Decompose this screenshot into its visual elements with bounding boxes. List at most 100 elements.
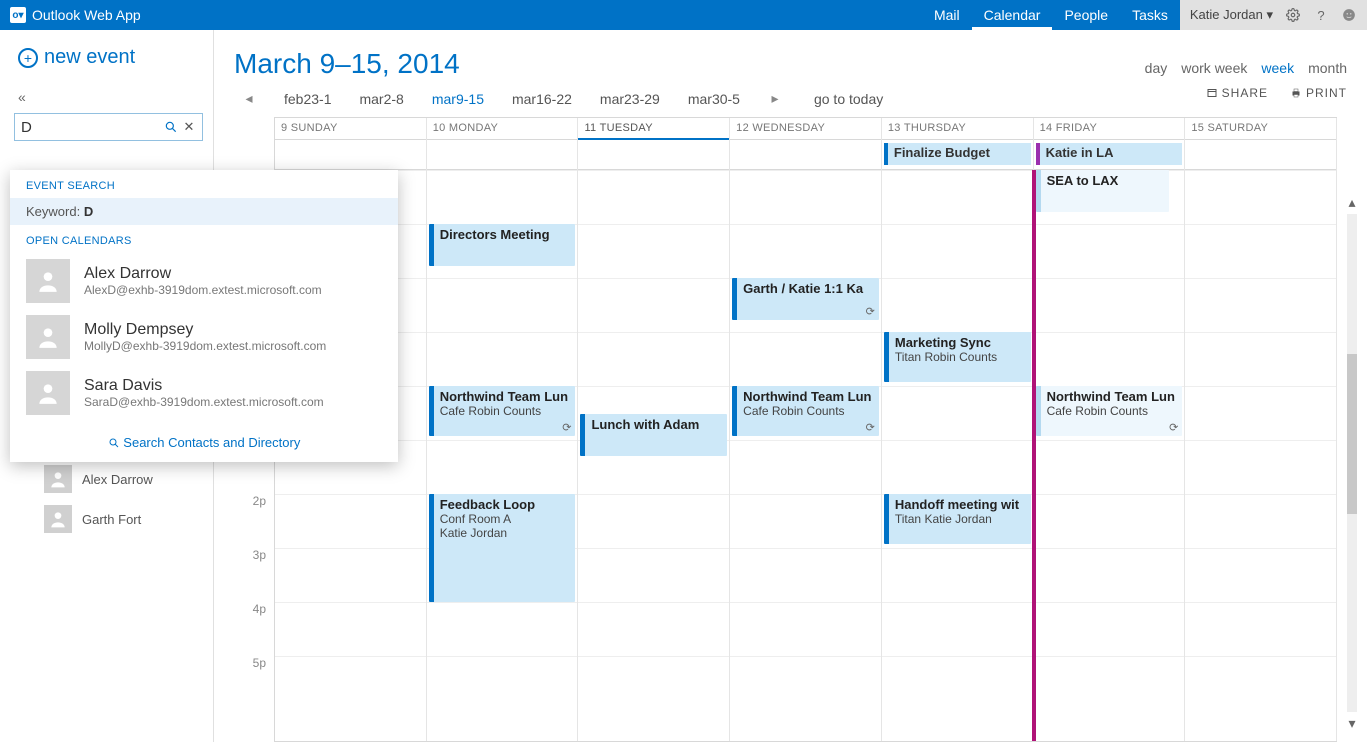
dd-dirsearch-label: Search Contacts and Directory <box>123 435 300 450</box>
next-week-icon[interactable]: ▸ <box>768 90 782 107</box>
dd-person-email: AlexD@exhb-3919dom.extest.microsoft.com <box>84 283 322 297</box>
other-calendar-item[interactable]: Alex Darrow <box>0 459 213 499</box>
weeknav-item[interactable]: mar16-22 <box>512 91 572 107</box>
event-subtitle: Titan Robin Counts <box>895 350 1025 364</box>
nav-mail[interactable]: Mail <box>922 0 972 30</box>
search-box: ✕ <box>14 113 203 141</box>
calendar-event[interactable]: Feedback LoopConf Room AKatie Jordan <box>429 494 576 602</box>
prev-week-icon[interactable]: ◂ <box>242 90 256 107</box>
dd-person[interactable]: Sara Davis SaraD@exhb-3919dom.extest.mic… <box>10 365 398 421</box>
vertical-scrollbar[interactable]: ▴ ▾ <box>1343 194 1361 732</box>
dd-person[interactable]: Molly Dempsey MollyD@exhb-3919dom.extest… <box>10 309 398 365</box>
share-button[interactable]: SHARE <box>1206 86 1268 100</box>
calendar-event[interactable]: Marketing SyncTitan Robin Counts <box>884 332 1031 382</box>
dd-keyword-row[interactable]: Keyword: D <box>10 198 398 225</box>
view-month[interactable]: month <box>1308 60 1347 76</box>
weeknav-item[interactable]: mar30-5 <box>688 91 740 107</box>
day-header: 13 THURSDAY <box>882 118 1033 140</box>
allday-row[interactable] <box>578 140 729 170</box>
calendar-event[interactable]: Northwind Team LunCafe Robin Counts ⟳ <box>1036 386 1183 436</box>
other-calendar-item[interactable]: Garth Fort <box>0 499 213 539</box>
event-title: Garth / Katie 1:1 Ka <box>743 281 873 296</box>
user-name[interactable]: Katie Jordan ▾ <box>1190 7 1273 23</box>
allday-row[interactable] <box>427 140 578 170</box>
nav-people[interactable]: People <box>1052 0 1120 30</box>
search-icon[interactable] <box>161 113 181 141</box>
weeknav-item[interactable]: mar9-15 <box>432 91 484 107</box>
dd-person-name: Molly Dempsey <box>84 321 326 339</box>
dd-person-email: SaraD@exhb-3919dom.extest.microsoft.com <box>84 395 324 409</box>
hours-area[interactable]: Garth / Katie 1:1 Ka ⟳ Northwind Team LunC… <box>730 170 881 741</box>
scroll-up-icon[interactable]: ▴ <box>1343 194 1361 211</box>
calendar-header: March 9–15, 2014 day work week week mont… <box>214 30 1367 113</box>
view-day[interactable]: day <box>1145 60 1168 76</box>
hours-area[interactable]: Marketing SyncTitan Robin Counts Handoff … <box>882 170 1033 741</box>
clear-search-icon[interactable]: ✕ <box>179 113 199 141</box>
event-subtitle: Titan Katie Jordan <box>895 512 1025 526</box>
scroll-track[interactable] <box>1347 214 1357 712</box>
goto-today[interactable]: go to today <box>814 91 883 107</box>
weeknav-item[interactable]: feb23-1 <box>284 91 331 107</box>
calendar-event[interactable]: Handoff meeting witTitan Katie Jordan <box>884 494 1031 544</box>
day-column[interactable]: 10 MONDAY Directors Meeting Northwind Team… <box>427 118 579 741</box>
day-column[interactable]: 12 WEDNESDAYGarth / Katie 1:1 Ka⟳Northwi… <box>730 118 882 741</box>
day-header: 11 TUESDAY <box>578 118 729 140</box>
event-title: Marketing Sync <box>895 335 1025 350</box>
allday-row[interactable] <box>275 140 426 170</box>
new-event-button[interactable]: + new event <box>0 46 213 69</box>
view-week[interactable]: week <box>1261 60 1294 76</box>
day-column[interactable]: 13 THURSDAY Finalize Budget Marketing Sync… <box>882 118 1034 741</box>
scroll-thumb[interactable] <box>1347 354 1357 514</box>
print-button[interactable]: PRINT <box>1290 86 1347 100</box>
event-subtitle: Katie Jordan <box>440 526 570 540</box>
dd-search-directory[interactable]: Search Contacts and Directory <box>10 427 398 462</box>
event-title: Handoff meeting wit <box>895 497 1025 512</box>
day-column[interactable]: 15 SATURDAY <box>1185 118 1337 741</box>
calendar-grid[interactable]: 9 SUNDAY10 MONDAY Directors Meeting Northw… <box>274 117 1337 742</box>
scroll-down-icon[interactable]: ▾ <box>1343 715 1361 732</box>
allday-row[interactable] <box>1185 140 1336 170</box>
recur-icon: ⟳ <box>866 305 875 318</box>
recur-icon: ⟳ <box>1169 421 1178 434</box>
other-calendar-name: Garth Fort <box>82 512 141 527</box>
share-print: SHARE PRINT <box>1206 86 1347 100</box>
calendar-event[interactable]: Directors Meeting <box>429 224 576 266</box>
hours-area[interactable]: SEA to LAX Northwind Team LunCafe Robin C… <box>1034 170 1185 741</box>
event-title: Lunch with Adam <box>591 417 721 432</box>
dd-person-name: Alex Darrow <box>84 265 322 283</box>
allday-event[interactable]: Finalize Budget <box>884 143 1031 165</box>
event-subtitle: Cafe Robin Counts <box>743 404 873 418</box>
view-workweek[interactable]: work week <box>1181 60 1247 76</box>
event-subtitle: Cafe Robin Counts <box>1047 404 1177 418</box>
day-column[interactable]: 11 TUESDAY Lunch with Adam <box>578 118 730 741</box>
nav-tasks[interactable]: Tasks <box>1120 0 1180 30</box>
avatar <box>44 505 72 533</box>
hours-area[interactable]: Directors Meeting Northwind Team LunCafe … <box>427 170 578 741</box>
allday-row[interactable]: Katie in LA <box>1034 140 1185 170</box>
calendar-event[interactable]: SEA to LAX <box>1036 170 1170 212</box>
calendar-event[interactable]: Garth / Katie 1:1 Ka ⟳ <box>732 278 879 320</box>
nav-calendar[interactable]: Calendar <box>972 0 1053 30</box>
hours-area[interactable]: Lunch with Adam <box>578 170 729 741</box>
allday-row[interactable] <box>730 140 881 170</box>
weeknav-item[interactable]: mar2-8 <box>359 91 403 107</box>
help-icon[interactable]: ? <box>1313 7 1329 23</box>
avatar <box>26 259 70 303</box>
calendar-event[interactable]: Northwind Team LunCafe Robin Counts⟳ <box>732 386 879 436</box>
weeknav-item[interactable]: mar23-29 <box>600 91 660 107</box>
event-title: Northwind Team Lun <box>1047 389 1177 404</box>
left-sidebar: + new event « ✕ OTHER CALENDARS Alex Dar… <box>0 30 214 742</box>
allday-event[interactable]: Katie in LA <box>1036 143 1183 165</box>
day-header: 9 SUNDAY <box>275 118 426 140</box>
calendar-event[interactable]: Northwind Team LunCafe Robin Counts⟳ <box>429 386 576 436</box>
search-dropdown: EVENT SEARCH Keyword: D OPEN CALENDARS A… <box>10 170 398 462</box>
collapse-sidebar-icon[interactable]: « <box>0 69 213 109</box>
day-header: 10 MONDAY <box>427 118 578 140</box>
gear-icon[interactable] <box>1285 7 1301 23</box>
day-column[interactable]: 14 FRIDAYKatie in LASEA to LAXNorthwind … <box>1034 118 1186 741</box>
dd-person[interactable]: Alex Darrow AlexD@exhb-3919dom.extest.mi… <box>10 253 398 309</box>
calendar-event[interactable]: Lunch with Adam <box>580 414 727 456</box>
allday-row[interactable]: Finalize Budget <box>882 140 1033 170</box>
hours-area[interactable] <box>1185 170 1336 741</box>
smiley-icon[interactable] <box>1341 7 1357 23</box>
